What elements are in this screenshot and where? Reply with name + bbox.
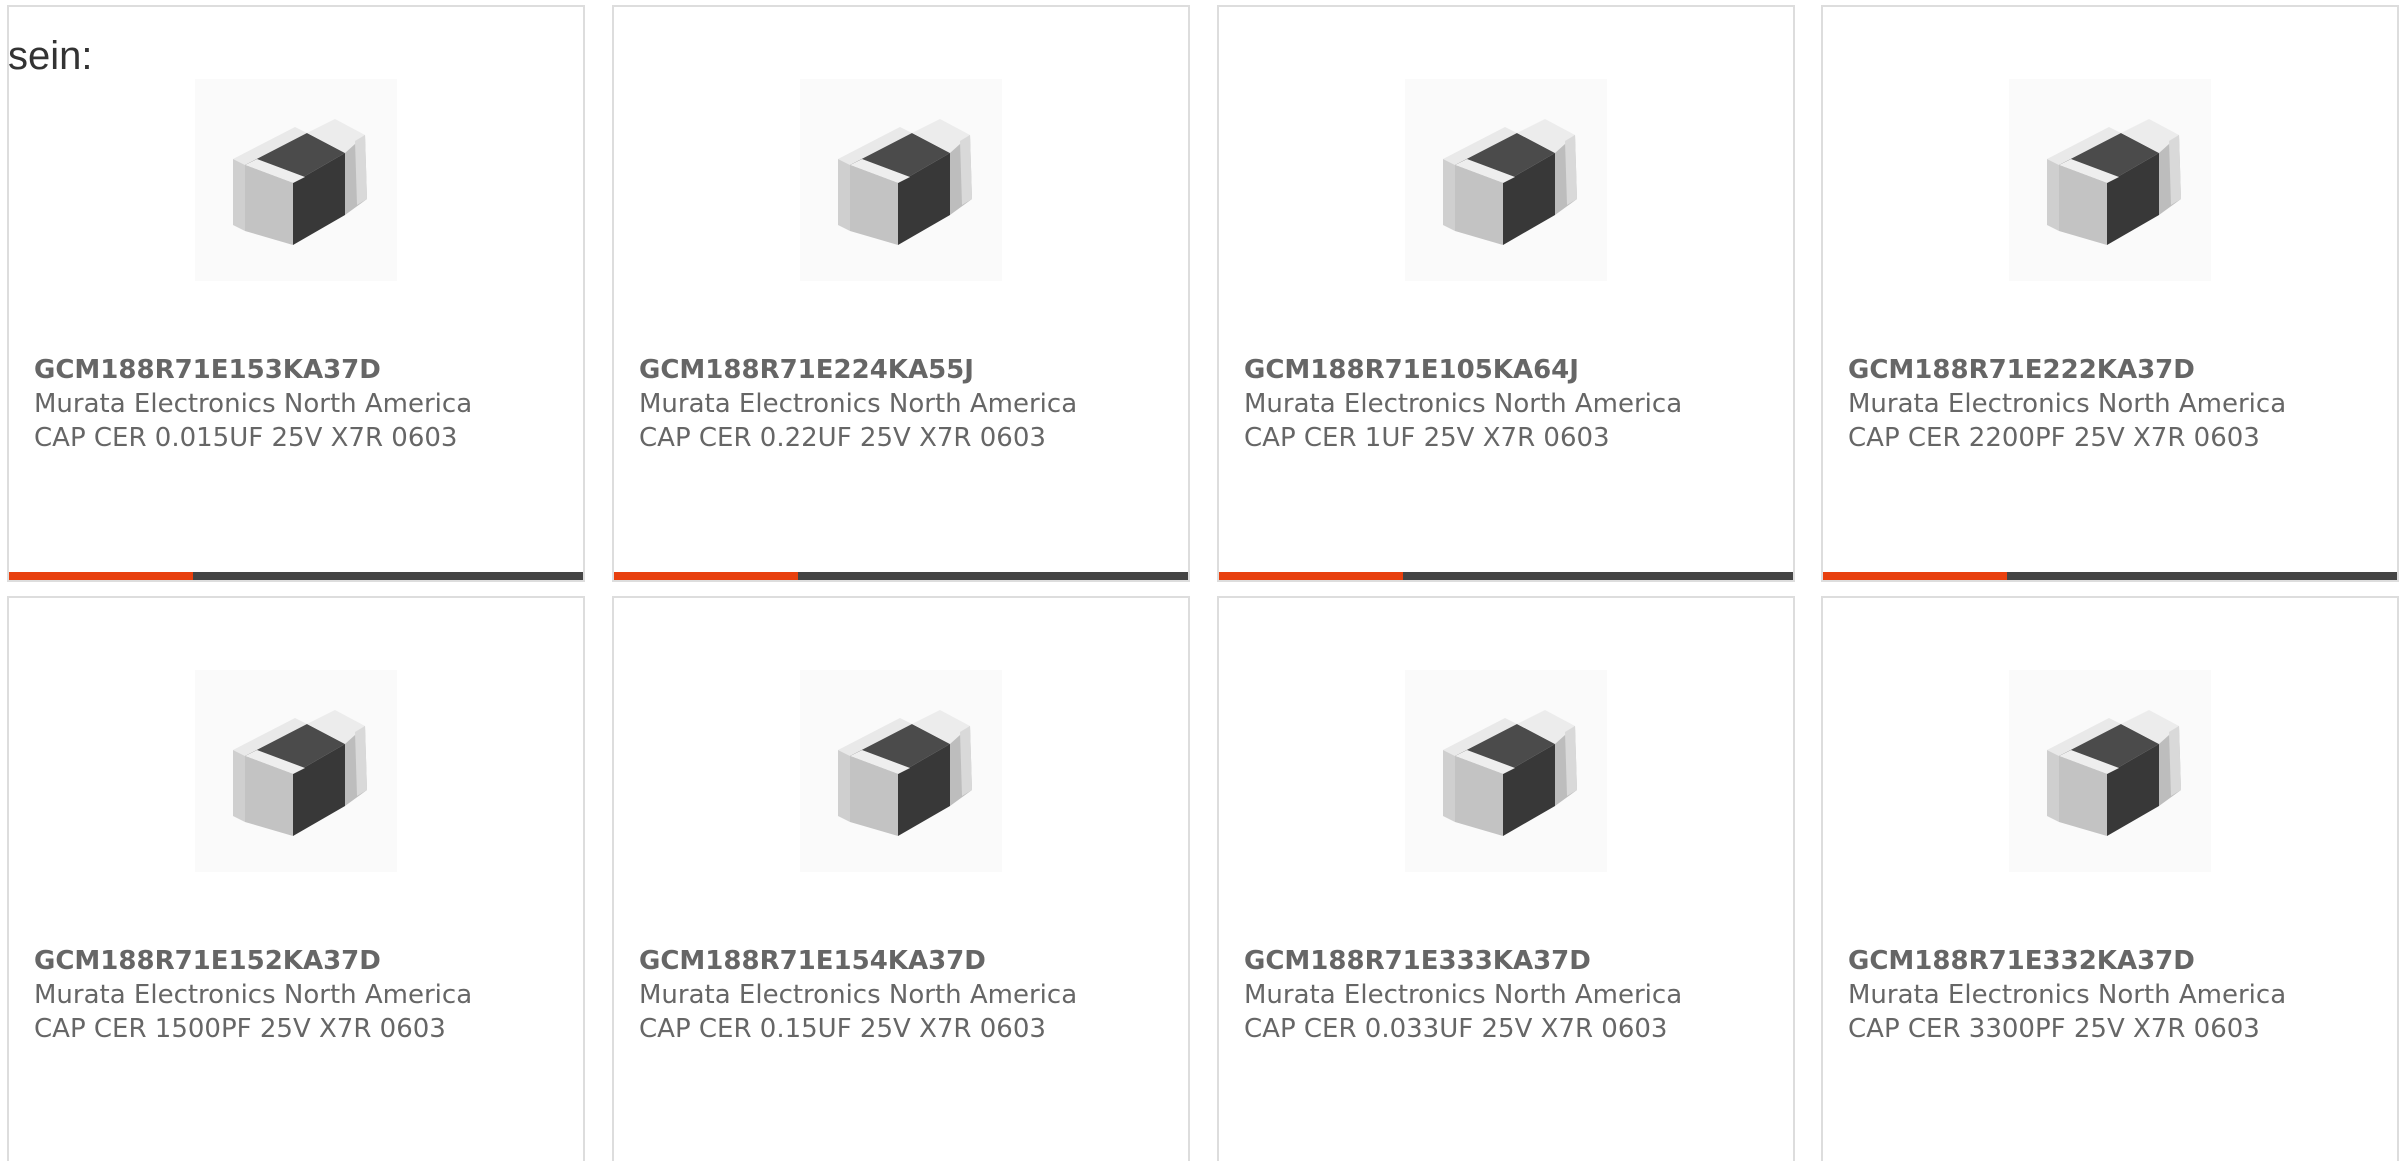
product-info: GCM188R71E153KA37D Murata Electronics Nor… <box>34 353 573 455</box>
product-grid-page: sein: GCM188R71E153KA37D Murata Electroni… <box>0 0 2400 1161</box>
product-description: CAP CER 1500PF 25V X7R 0603 <box>34 1014 446 1044</box>
ceramic-capacitor-chip-icon[interactable] <box>800 79 1002 281</box>
ceramic-capacitor-chip-icon[interactable] <box>195 670 397 872</box>
product-card[interactable]: GCM188R71E154KA37D Murata Electronics Nor… <box>612 596 1190 1161</box>
product-info: GCM188R71E333KA37D Murata Electronics Nor… <box>1244 944 1783 1046</box>
manufacturer-name: Murata Electronics North America <box>639 389 1078 419</box>
card-footer-bar <box>9 572 583 580</box>
manufacturer-name: Murata Electronics North America <box>1244 389 1683 419</box>
product-card[interactable]: GCM188R71E224KA55J Murata Electronics Nor… <box>612 5 1190 582</box>
part-number[interactable]: GCM188R71E332KA37D <box>1848 944 2387 978</box>
product-info: GCM188R71E152KA37D Murata Electronics Nor… <box>34 944 573 1046</box>
part-number[interactable]: GCM188R71E224KA55J <box>639 353 1178 387</box>
product-description: CAP CER 2200PF 25V X7R 0603 <box>1848 423 2260 453</box>
part-number[interactable]: GCM188R71E154KA37D <box>639 944 1178 978</box>
part-number[interactable]: GCM188R71E333KA37D <box>1244 944 1783 978</box>
product-card[interactable]: GCM188R71E333KA37D Murata Electronics Nor… <box>1217 596 1795 1161</box>
ceramic-capacitor-chip-icon[interactable] <box>2009 79 2211 281</box>
ceramic-capacitor-chip-icon[interactable] <box>1405 79 1607 281</box>
ceramic-capacitor-chip-icon[interactable] <box>195 79 397 281</box>
card-accent-stripe <box>614 572 798 580</box>
card-accent-stripe <box>1219 572 1403 580</box>
product-info: GCM188R71E154KA37D Murata Electronics Nor… <box>639 944 1178 1046</box>
manufacturer-name: Murata Electronics North America <box>1244 980 1683 1010</box>
product-card[interactable]: GCM188R71E105KA64J Murata Electronics Nor… <box>1217 5 1795 582</box>
intro-label: sein: <box>8 34 93 78</box>
manufacturer-name: Murata Electronics North America <box>34 980 473 1010</box>
card-footer-bar <box>1823 572 2397 580</box>
manufacturer-name: Murata Electronics North America <box>1848 389 2287 419</box>
card-footer-bar <box>1219 572 1793 580</box>
product-description: CAP CER 3300PF 25V X7R 0603 <box>1848 1014 2260 1044</box>
card-accent-stripe <box>1823 572 2007 580</box>
card-footer-bar <box>614 572 1188 580</box>
product-info: GCM188R71E222KA37D Murata Electronics Nor… <box>1848 353 2387 455</box>
product-description: CAP CER 0.22UF 25V X7R 0603 <box>639 423 1046 453</box>
ceramic-capacitor-chip-icon[interactable] <box>2009 670 2211 872</box>
manufacturer-name: Murata Electronics North America <box>639 980 1078 1010</box>
part-number[interactable]: GCM188R71E153KA37D <box>34 353 573 387</box>
manufacturer-name: Murata Electronics North America <box>34 389 473 419</box>
product-info: GCM188R71E332KA37D Murata Electronics Nor… <box>1848 944 2387 1046</box>
product-description: CAP CER 1UF 25V X7R 0603 <box>1244 423 1610 453</box>
ceramic-capacitor-chip-icon[interactable] <box>800 670 1002 872</box>
product-description: CAP CER 0.15UF 25V X7R 0603 <box>639 1014 1046 1044</box>
product-description: CAP CER 0.033UF 25V X7R 0603 <box>1244 1014 1668 1044</box>
product-info: GCM188R71E105KA64J Murata Electronics Nor… <box>1244 353 1783 455</box>
product-description: CAP CER 0.015UF 25V X7R 0603 <box>34 423 458 453</box>
part-number[interactable]: GCM188R71E105KA64J <box>1244 353 1783 387</box>
manufacturer-name: Murata Electronics North America <box>1848 980 2287 1010</box>
product-card[interactable]: GCM188R71E152KA37D Murata Electronics Nor… <box>7 596 585 1161</box>
card-accent-stripe <box>9 572 193 580</box>
product-info: GCM188R71E224KA55J Murata Electronics Nor… <box>639 353 1178 455</box>
product-card[interactable]: GCM188R71E222KA37D Murata Electronics Nor… <box>1821 5 2399 582</box>
product-card[interactable]: GCM188R71E153KA37D Murata Electronics Nor… <box>7 5 585 582</box>
product-card[interactable]: GCM188R71E332KA37D Murata Electronics Nor… <box>1821 596 2399 1161</box>
part-number[interactable]: GCM188R71E152KA37D <box>34 944 573 978</box>
part-number[interactable]: GCM188R71E222KA37D <box>1848 353 2387 387</box>
ceramic-capacitor-chip-icon[interactable] <box>1405 670 1607 872</box>
